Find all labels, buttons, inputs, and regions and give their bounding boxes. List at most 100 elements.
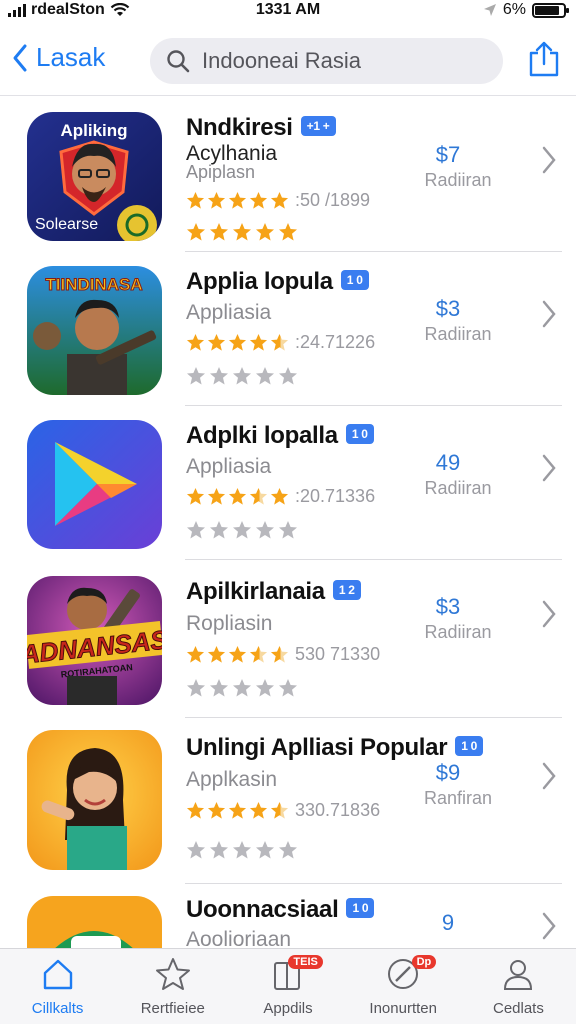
price: 49 <box>435 450 461 475</box>
star-full-icon <box>228 487 247 505</box>
app-list: Apliking Solearse Nndkiresi +1 + Acylhani… <box>0 98 576 948</box>
star-empty-icon <box>187 841 205 859</box>
star-empty-icon <box>279 841 297 859</box>
star-half-icon <box>249 487 268 505</box>
rating-row: 330.71836 <box>186 800 380 821</box>
avatar-shield-icon: Apliking Solearse <box>27 112 162 241</box>
star-empty-icon <box>256 841 274 859</box>
tab-apps[interactable]: TEIS Appdils <box>230 949 345 1024</box>
green-app-icon <box>27 896 162 948</box>
search-icon <box>167 50 190 73</box>
star-empty-icon <box>233 679 251 697</box>
star-full-icon <box>210 223 228 241</box>
chevron-right-icon <box>542 300 556 328</box>
app-title: Apilkirlanaia 1 2 <box>186 578 361 606</box>
star-empty-icon <box>187 367 205 385</box>
app-subtitle: Applkasin <box>186 768 278 791</box>
rating-row: :20.71336 <box>186 486 375 507</box>
price-label: Ranfiran <box>423 788 493 808</box>
star-rating <box>186 645 291 664</box>
star-icon <box>155 958 190 990</box>
back-label: Lasak <box>36 42 106 72</box>
star-full-icon <box>228 645 247 663</box>
svg-text:TIINDINASA: TIINDINASA <box>45 275 142 294</box>
star-empty-icon <box>256 679 274 697</box>
age-badge: 1 0 <box>345 423 374 444</box>
list-item[interactable]: ADNANSAS ROTIRAHATOAN Apilkirlanaia 1 2 R… <box>0 560 576 718</box>
star-full-icon <box>186 487 205 505</box>
age-badge: +1 + <box>300 115 336 136</box>
list-item[interactable]: Adplki lopalla 1 0 Appliasia :20.71336 49… <box>0 406 576 560</box>
star-rating <box>186 191 291 210</box>
star-full-icon <box>228 333 247 351</box>
star-full-icon <box>270 191 289 209</box>
price-label: Radiiran <box>424 622 492 642</box>
star-rating <box>186 801 291 820</box>
star-full-icon <box>228 801 247 819</box>
action-game-icon: ADNANSAS ROTIRAHATOAN <box>27 576 162 705</box>
star-rating <box>186 487 291 506</box>
chevron-right-icon <box>542 454 556 482</box>
list-item[interactable]: TIINDINASA Applia lopula 1 0 Appliasia :2… <box>0 252 576 406</box>
tab-bar: Cillkalts Rertfieiee TEIS Appdils Dp Ino… <box>0 948 576 1024</box>
star-rating-secondary <box>186 366 301 386</box>
star-empty-icon <box>279 367 297 385</box>
tab-label: Inonurtten <box>369 1000 437 1017</box>
price: $3 <box>435 296 461 321</box>
star-full-icon <box>249 333 268 351</box>
share-button[interactable] <box>528 40 560 83</box>
app-subtitle: Appliasia <box>186 301 272 324</box>
app-subtitle: Ropliasin <box>186 612 273 635</box>
star-full-icon <box>186 333 205 351</box>
back-button[interactable]: Lasak <box>12 42 105 73</box>
star-full-icon <box>186 191 205 209</box>
tab-featured[interactable]: Rertfieiee <box>115 949 230 1024</box>
star-empty-icon <box>233 841 251 859</box>
app-subtitle: Appliasia <box>186 455 272 478</box>
person-icon <box>504 960 533 990</box>
woman-pointing-icon <box>27 730 162 870</box>
chevron-left-icon <box>13 44 27 71</box>
age-badge: 1 0 <box>340 269 369 290</box>
location-icon <box>483 4 496 16</box>
star-rating <box>186 333 291 352</box>
rating-count: 330.71836 <box>295 800 381 820</box>
notification-badge: Dp <box>411 955 437 969</box>
battery-percent: 6% <box>502 1 526 18</box>
star-full-icon <box>186 801 205 819</box>
star-half-icon <box>249 645 268 663</box>
star-full-icon <box>256 223 274 241</box>
star-half-icon <box>270 801 289 819</box>
app-title: Nndkiresi +1 + <box>186 114 336 142</box>
tab-account[interactable]: Cedlats <box>461 949 576 1024</box>
rating-row: 530 71330 <box>186 644 380 665</box>
list-item[interactable]: Apliking Solearse Nndkiresi +1 + Acylhani… <box>0 98 576 252</box>
tab-label: Appdils <box>263 1000 313 1017</box>
star-empty-icon <box>187 679 205 697</box>
star-full-icon <box>186 645 205 663</box>
price: 9 <box>441 910 455 935</box>
star-rating-secondary <box>186 520 301 540</box>
star-full-icon <box>270 487 289 505</box>
star-full-icon <box>207 645 226 663</box>
price: $3 <box>435 594 461 619</box>
star-empty-icon <box>279 679 297 697</box>
search-input[interactable]: Indooneai Rasia <box>202 48 361 74</box>
star-full-icon <box>207 191 226 209</box>
star-full-icon <box>207 487 226 505</box>
tab-explore[interactable]: Dp Inonurtten <box>346 949 461 1024</box>
search-field[interactable]: Indooneai Rasia <box>150 38 503 84</box>
list-item[interactable]: Unlingi Aplliasi Popular 1 0 Applkasin 33… <box>0 718 576 884</box>
rating-row: :50 /1899 <box>186 190 370 211</box>
app-title: Uoonnacsiaal 1 0 <box>186 896 375 924</box>
price-label: Radiiran <box>424 170 492 190</box>
tab-home[interactable]: Cillkalts <box>0 949 115 1024</box>
list-item[interactable]: Uoonnacsiaal 1 0 Aoolioriaan 9 <box>0 884 576 948</box>
star-half-icon <box>270 333 289 351</box>
star-half-icon <box>270 645 289 663</box>
tab-label: Cillkalts <box>31 1000 84 1017</box>
app-title: Applia lopula 1 0 <box>186 268 369 296</box>
star-rating-secondary <box>186 678 301 698</box>
play-store-icon <box>27 420 162 549</box>
star-empty-icon <box>256 521 274 539</box>
